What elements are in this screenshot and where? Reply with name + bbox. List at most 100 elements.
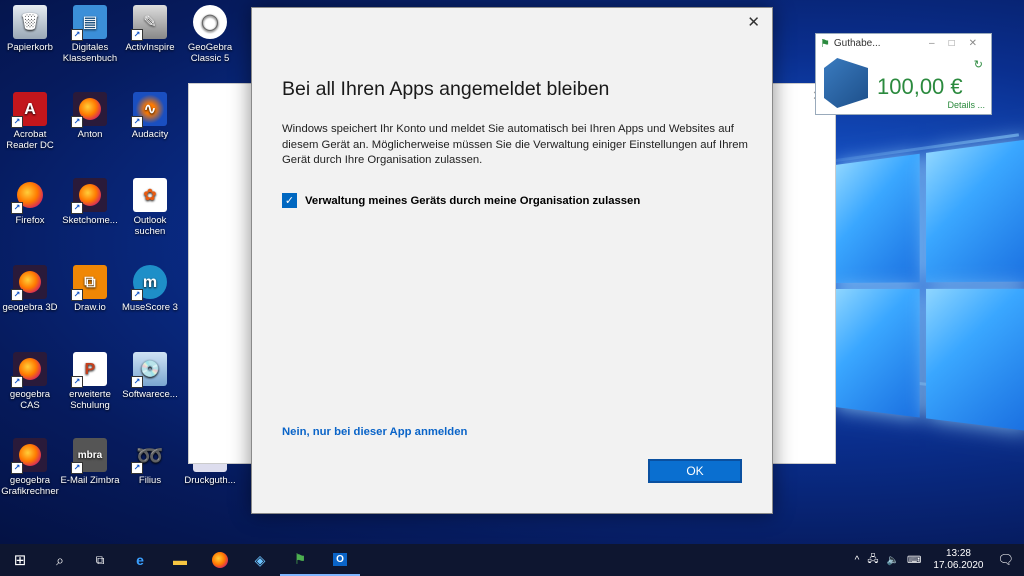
desktop-icon-label: Druckguth...	[184, 475, 236, 486]
volume-icon[interactable]: 🔈	[887, 555, 899, 566]
desktop-icon-drawio[interactable]: ⧉ ↗ Draw.io	[60, 265, 120, 313]
clock-date: 17.06.2020	[933, 560, 984, 571]
desktop-icon-label: geogebra 3D	[2, 302, 58, 313]
notifications-icon[interactable]: 🗨	[997, 552, 1014, 568]
shortcut-arrow-icon: ↗	[131, 29, 143, 41]
network-icon[interactable]: 🖧	[867, 552, 878, 569]
taskbar-guthaben[interactable]: ⚑	[280, 544, 320, 576]
shortcut-arrow-icon: ↗	[71, 376, 83, 388]
desktop-icon-email-zimbra[interactable]: mbra ↗ E-Mail Zimbra	[60, 438, 120, 486]
shortcut-arrow-icon: ↗	[11, 116, 23, 128]
desktop-icon-geogebra-classic[interactable]: ◯ GeoGebra Classic 5	[180, 5, 240, 64]
cube-logo-icon	[824, 58, 868, 108]
desktop-icon-softwarecenter[interactable]: 💿 ↗ Softwarece...	[120, 352, 180, 400]
acrobat-icon: A ↗	[11, 92, 47, 128]
widget-titlebar: ⚑ Guthabe... –□✕	[816, 34, 991, 52]
folder-icon: ▬	[173, 552, 187, 568]
desktop-icon-papierkorb[interactable]: 🗑 Papierkorb	[0, 5, 60, 53]
desktop-icon-outlook-suchen[interactable]: ✿ Outlook suchen	[120, 178, 180, 237]
desktop-icon-geogebra-grafikrechner[interactable]: ↗ geogebra Grafikrechner	[0, 438, 60, 497]
edge-icon: e	[136, 552, 144, 568]
desktop-icon-geogebra-cas[interactable]: ↗ geogebra CAS	[0, 352, 60, 411]
desktop-icon-label: Digitales Klassenbuch	[62, 42, 118, 64]
ok-button[interactable]: OK	[648, 459, 742, 483]
shortcut-arrow-icon: ↗	[71, 29, 83, 41]
dialog-description: Windows speichert Ihr Konto und meldet S…	[282, 123, 748, 166]
firefox-icon: ↗	[11, 265, 47, 301]
firefox-icon: ↗	[71, 92, 107, 128]
taskbar-app[interactable]: ◈	[240, 544, 280, 576]
desktop-icon-label: Sketchome...	[62, 215, 118, 226]
checkmark-icon: ✓	[284, 195, 295, 207]
search-button[interactable]: ⌕	[40, 544, 80, 576]
firefox-icon: ↗	[71, 178, 107, 214]
musescore-icon: m ↗	[131, 265, 167, 301]
taskbar-explorer[interactable]: ▬	[160, 544, 200, 576]
widget-title: Guthabe...	[833, 37, 881, 49]
clock[interactable]: 13:28 17.06.2020	[933, 548, 983, 572]
activinspire-icon: ✎ ↗	[131, 5, 167, 41]
desktop-icon-label: Anton	[77, 129, 103, 140]
desktop-icon-label: Firefox	[15, 215, 45, 226]
close-icon[interactable]: ✕	[747, 13, 760, 31]
network-cable-icon: ➿ ↗	[131, 438, 167, 474]
desktop: 🗑 Papierkorb A ↗ Acrobat Reader DC ↗ Fire…	[0, 0, 1024, 544]
desktop-icon-label: Outlook suchen	[133, 215, 167, 237]
desktop-icon-anton[interactable]: ↗ Anton	[60, 92, 120, 140]
app-icon: ◈	[254, 551, 266, 568]
shortcut-arrow-icon: ↗	[71, 202, 83, 214]
desktop-icon-label: geogebra Grafikrechner	[1, 475, 59, 497]
system-tray: ^ 🖧 🔈 ⌨ 13:28 17.06.2020 🗨	[851, 544, 1024, 576]
desktop-icon-activinspire[interactable]: ✎ ↗ ActivInspire	[120, 5, 180, 53]
windows-start-icon: ⊞	[13, 552, 27, 569]
desktop-icon-erweiterte-schulung[interactable]: P ↗ erweiterte Schulung	[60, 352, 120, 411]
shortcut-arrow-icon: ↗	[131, 376, 143, 388]
desktop-icon-digitales-klassenbuch[interactable]: ▤ ↗ Digitales Klassenbuch	[60, 5, 120, 64]
shortcut-arrow-icon: ↗	[71, 116, 83, 128]
task-view-button[interactable]: ⧉	[80, 544, 120, 576]
outlook-icon: O	[333, 552, 347, 566]
drawio-icon: ⧉ ↗	[71, 265, 107, 301]
geogebra-icon: ◯	[193, 5, 227, 39]
desktop-icon-label: ActivInspire	[125, 42, 175, 53]
window-controls-icon[interactable]: –□✕	[929, 38, 991, 49]
desktop-icon-label: E-Mail Zimbra	[60, 475, 120, 486]
desktop-icon-geogebra-3d[interactable]: ↗ geogebra 3D	[0, 265, 60, 313]
desktop-icon-musescore[interactable]: m ↗ MuseScore 3	[120, 265, 180, 313]
firefox-icon: ↗	[11, 178, 47, 214]
flag-icon: ⚑	[820, 37, 830, 50]
zimbra-icon: mbra ↗	[71, 438, 107, 474]
chevron-up-icon[interactable]: ^	[855, 555, 860, 566]
firefox-icon: ↗	[11, 352, 47, 388]
language-icon[interactable]: ⌨	[907, 555, 921, 566]
checkbox-label[interactable]: Verwaltung meines Geräts durch meine Org…	[305, 195, 640, 207]
desktop-icon-label: Draw.io	[74, 302, 106, 313]
details-link[interactable]: Details ...	[947, 100, 985, 110]
desktop-icon-label: Acrobat Reader DC	[6, 129, 54, 151]
desktop-icon-firefox[interactable]: ↗ Firefox	[0, 178, 60, 226]
dialog-title: Bei all Ihren Apps angemeldet bleiben	[282, 78, 610, 100]
shortcut-arrow-icon: ↗	[71, 462, 83, 474]
taskbar-outlook[interactable]: O	[320, 544, 360, 576]
taskbar-edge[interactable]: e	[120, 544, 160, 576]
desktop-icon-sketchome[interactable]: ↗ Sketchome...	[60, 178, 120, 226]
task-view-icon: ⧉	[95, 552, 105, 567]
this-app-only-link[interactable]: Nein, nur bei dieser App anmelden	[282, 426, 467, 438]
allow-management-checkbox[interactable]: ✓	[282, 193, 297, 208]
windows-logo-wallpaper	[835, 139, 1024, 442]
refresh-icon[interactable]: ↻	[974, 58, 983, 71]
guthaben-widget[interactable]: ⚑ Guthabe... –□✕ ↻ 100,00 € Details ...	[815, 33, 992, 115]
clock-time: 13:28	[945, 548, 971, 559]
allow-management-checkbox-row[interactable]: ✓ Verwaltung meines Geräts durch meine O…	[282, 193, 640, 208]
desktop-icon-label: MuseScore 3	[122, 302, 178, 313]
firefox-icon	[212, 552, 228, 568]
start-button[interactable]: ⊞	[0, 544, 40, 576]
desktop-icon-label: geogebra CAS	[9, 389, 51, 411]
desktop-icon-audacity[interactable]: ∿ ↗ Audacity	[120, 92, 180, 140]
desktop-icon-acrobat[interactable]: A ↗ Acrobat Reader DC	[0, 92, 60, 151]
desktop-icon-filius[interactable]: ➿ ↗ Filius	[120, 438, 180, 486]
taskbar-firefox[interactable]	[200, 544, 240, 576]
desktop-icon-label: Filius	[138, 475, 162, 486]
flag-icon: ⚑	[293, 550, 307, 567]
shortcut-arrow-icon: ↗	[11, 289, 23, 301]
